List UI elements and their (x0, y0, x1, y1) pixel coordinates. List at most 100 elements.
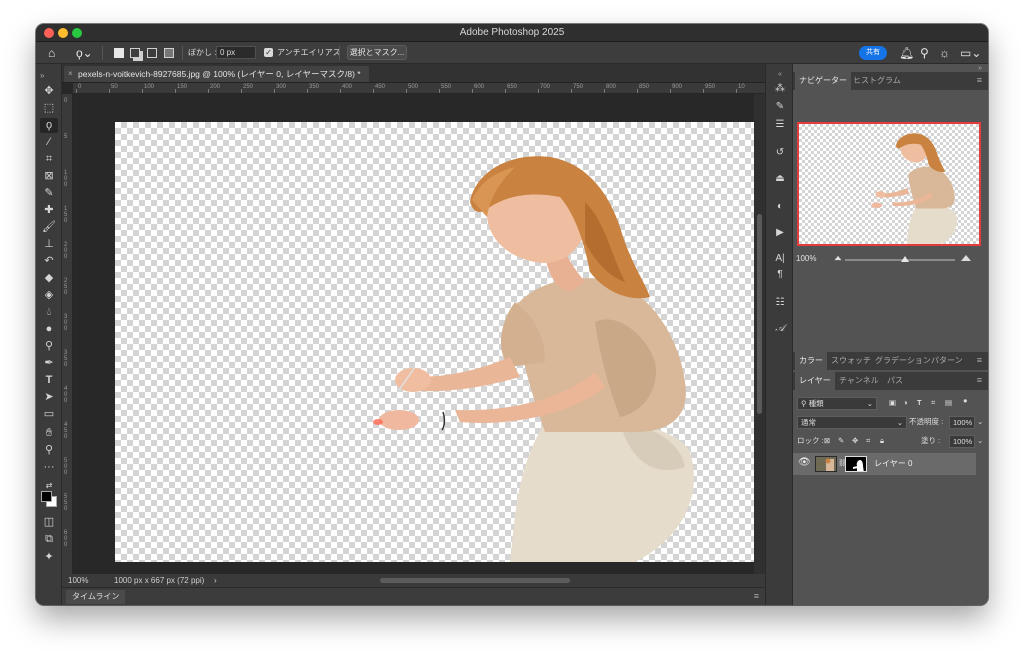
opacity-chevron-icon[interactable]: ⌄ (977, 416, 983, 428)
zoom-in-icon[interactable] (961, 255, 971, 261)
lock-transparent-icon[interactable]: ⊠ (824, 435, 830, 447)
properties-icon[interactable]: ☰ (772, 118, 788, 132)
crop-tool-icon[interactable]: ⌗ (40, 152, 58, 167)
more-tools-icon[interactable]: ··· (40, 460, 58, 475)
filter-shape-icon[interactable]: ⌗ (931, 397, 935, 409)
burn-tool-icon[interactable]: ⚲ (40, 339, 58, 354)
lock-position-icon[interactable]: ✥ (852, 435, 858, 447)
fill-input[interactable]: 100% (949, 435, 975, 448)
history-icon[interactable]: ↺ (772, 146, 788, 160)
discover-icon[interactable]: ☼ (939, 45, 950, 61)
tab-swatches[interactable]: スウォッチ (827, 352, 875, 370)
magic-wand-tool-icon[interactable]: ⁄ (40, 135, 58, 150)
filter-type-icon[interactable]: T (917, 397, 922, 409)
status-menu-arrow[interactable]: › (214, 574, 217, 587)
navigator-menu-icon[interactable]: ≡ (977, 75, 982, 85)
new-selection-icon[interactable] (114, 48, 124, 58)
filter-adjustment-icon[interactable]: ◑ (903, 397, 908, 409)
blend-mode-select[interactable]: 通常 ⌄ (797, 416, 907, 429)
path-selection-tool-icon[interactable]: ➤ (40, 390, 58, 405)
lock-all-icon[interactable]: 🔒︎ (880, 435, 884, 447)
color-panel-menu-icon[interactable]: ≡ (977, 355, 982, 365)
tab-paths[interactable]: パス (883, 372, 907, 390)
zoom-tool-icon[interactable]: ⚲ (40, 443, 58, 458)
screen-mode-icon[interactable]: ⧉ (40, 532, 58, 547)
vertical-scroll-thumb[interactable] (757, 214, 762, 414)
layer-filter-select[interactable]: ⚲ 種類 ⌄ (797, 397, 877, 410)
feather-input[interactable]: 0 px (216, 46, 256, 59)
eyedropper-tool-icon[interactable]: ✎ (40, 186, 58, 201)
filter-toggle-icon[interactable]: ● (963, 395, 968, 407)
lock-image-icon[interactable]: ✎ (838, 435, 844, 447)
brush-settings-icon[interactable]: ✎ (772, 100, 788, 114)
hand-tool-icon[interactable]: ✋︎ (40, 426, 58, 441)
history-brush-tool-icon[interactable]: ↶ (40, 254, 58, 269)
dodge-tool-icon[interactable]: ● (40, 322, 58, 337)
collapse-panels-icon[interactable]: » (978, 65, 982, 72)
layer-thumbnail[interactable] (815, 456, 837, 472)
tab-histogram[interactable]: ヒストグラム (849, 72, 905, 90)
filter-smart-object-icon[interactable]: ▤ (945, 397, 952, 409)
tab-patterns[interactable]: パターン (927, 352, 967, 370)
visibility-eye-icon[interactable]: 👁︎ (798, 457, 811, 468)
glyphs-icon[interactable]: 𝒜 (772, 322, 788, 336)
rectangle-tool-icon[interactable]: ▭ (40, 407, 58, 422)
generative-icon[interactable]: ✦ (40, 550, 58, 565)
tab-layers[interactable]: レイヤー (795, 372, 835, 390)
document-tab[interactable]: × pexels-n-voitkevich-8927685.jpg @ 100%… (64, 66, 369, 82)
lasso-tool-icon[interactable]: ϙ (40, 118, 58, 133)
paragraph-icon[interactable]: ¶ (772, 268, 788, 282)
search-icon[interactable]: ⚲ (920, 45, 929, 61)
navigator-zoom-value[interactable]: 100% (796, 254, 816, 263)
select-and-mask-button[interactable]: 選択とマスク... (347, 45, 407, 60)
actions-icon[interactable]: ⏏ (772, 172, 788, 186)
home-icon[interactable]: ⌂ (48, 45, 55, 61)
blur-tool-icon[interactable]: 💧︎ (40, 305, 58, 320)
type-tool-icon[interactable]: T (40, 373, 58, 388)
zoom-level[interactable]: 100% (68, 574, 88, 587)
move-tool-icon[interactable]: ✥ (40, 84, 58, 99)
intersect-selection-icon[interactable] (164, 48, 174, 58)
eraser-tool-icon[interactable]: ◆ (40, 271, 58, 286)
frame-tool-icon[interactable]: ⊠ (40, 169, 58, 184)
tab-navigator[interactable]: ナビゲーター (795, 72, 851, 90)
foreground-color-swatch[interactable] (41, 491, 52, 502)
navigator-zoom-thumb[interactable] (901, 256, 909, 262)
filter-pixel-icon[interactable]: ▣ (889, 397, 896, 409)
horizontal-scroll-thumb[interactable] (380, 578, 570, 583)
timeline-menu-icon[interactable]: ≡ (754, 591, 759, 601)
bell-icon[interactable]: 🔔︎ (899, 45, 914, 61)
navigator-zoom-slider[interactable] (845, 256, 955, 262)
brush-tool-icon[interactable]: 🖌︎ (40, 220, 58, 235)
fill-chevron-icon[interactable]: ⌄ (977, 435, 983, 447)
add-to-selection-icon[interactable] (130, 48, 140, 58)
layer-row[interactable]: 👁︎ ⛓︎ レイヤー 0 (793, 453, 976, 475)
collapse-toolbar-icon[interactable]: » (40, 68, 58, 83)
close-tab-icon[interactable]: × (68, 66, 73, 82)
navigator-preview[interactable] (797, 122, 981, 246)
tab-color[interactable]: カラー (795, 352, 827, 370)
healing-brush-tool-icon[interactable]: ✚ (40, 203, 58, 218)
zoom-out-icon[interactable] (834, 255, 842, 261)
glyphs-settings-icon[interactable]: ☷ (772, 296, 788, 310)
opacity-input[interactable]: 100% (949, 416, 975, 429)
adjustments-icon[interactable]: ◐ (772, 200, 788, 214)
pen-tool-icon[interactable]: ✒ (40, 356, 58, 371)
marquee-tool-icon[interactable]: ⬚ (40, 101, 58, 116)
layer-mask-thumbnail[interactable] (845, 456, 867, 472)
timeline-tab[interactable]: タイムライン (66, 590, 126, 604)
character-icon[interactable]: ⁂ (772, 82, 788, 96)
lock-artboard-icon[interactable]: ⌗ (866, 435, 870, 447)
vertical-scrollbar[interactable] (754, 94, 765, 574)
workspace-icon[interactable]: ▭⌄ (960, 45, 981, 61)
layer-name[interactable]: レイヤー 0 (874, 458, 912, 469)
collapse-strip-icon[interactable]: « (772, 68, 788, 82)
paint-bucket-tool-icon[interactable]: ◈ (40, 288, 58, 303)
tab-channels[interactable]: チャンネル (835, 372, 883, 390)
antialias-checkbox[interactable]: ✓ (264, 48, 273, 57)
play-icon[interactable]: ▶ (772, 226, 788, 240)
quick-mask-icon[interactable]: ◫ (40, 515, 58, 530)
tab-gradients[interactable]: グラデーション (871, 352, 935, 370)
character-panel-icon[interactable]: A| (772, 252, 788, 266)
stamp-tool-icon[interactable]: ⊥ (40, 237, 58, 252)
